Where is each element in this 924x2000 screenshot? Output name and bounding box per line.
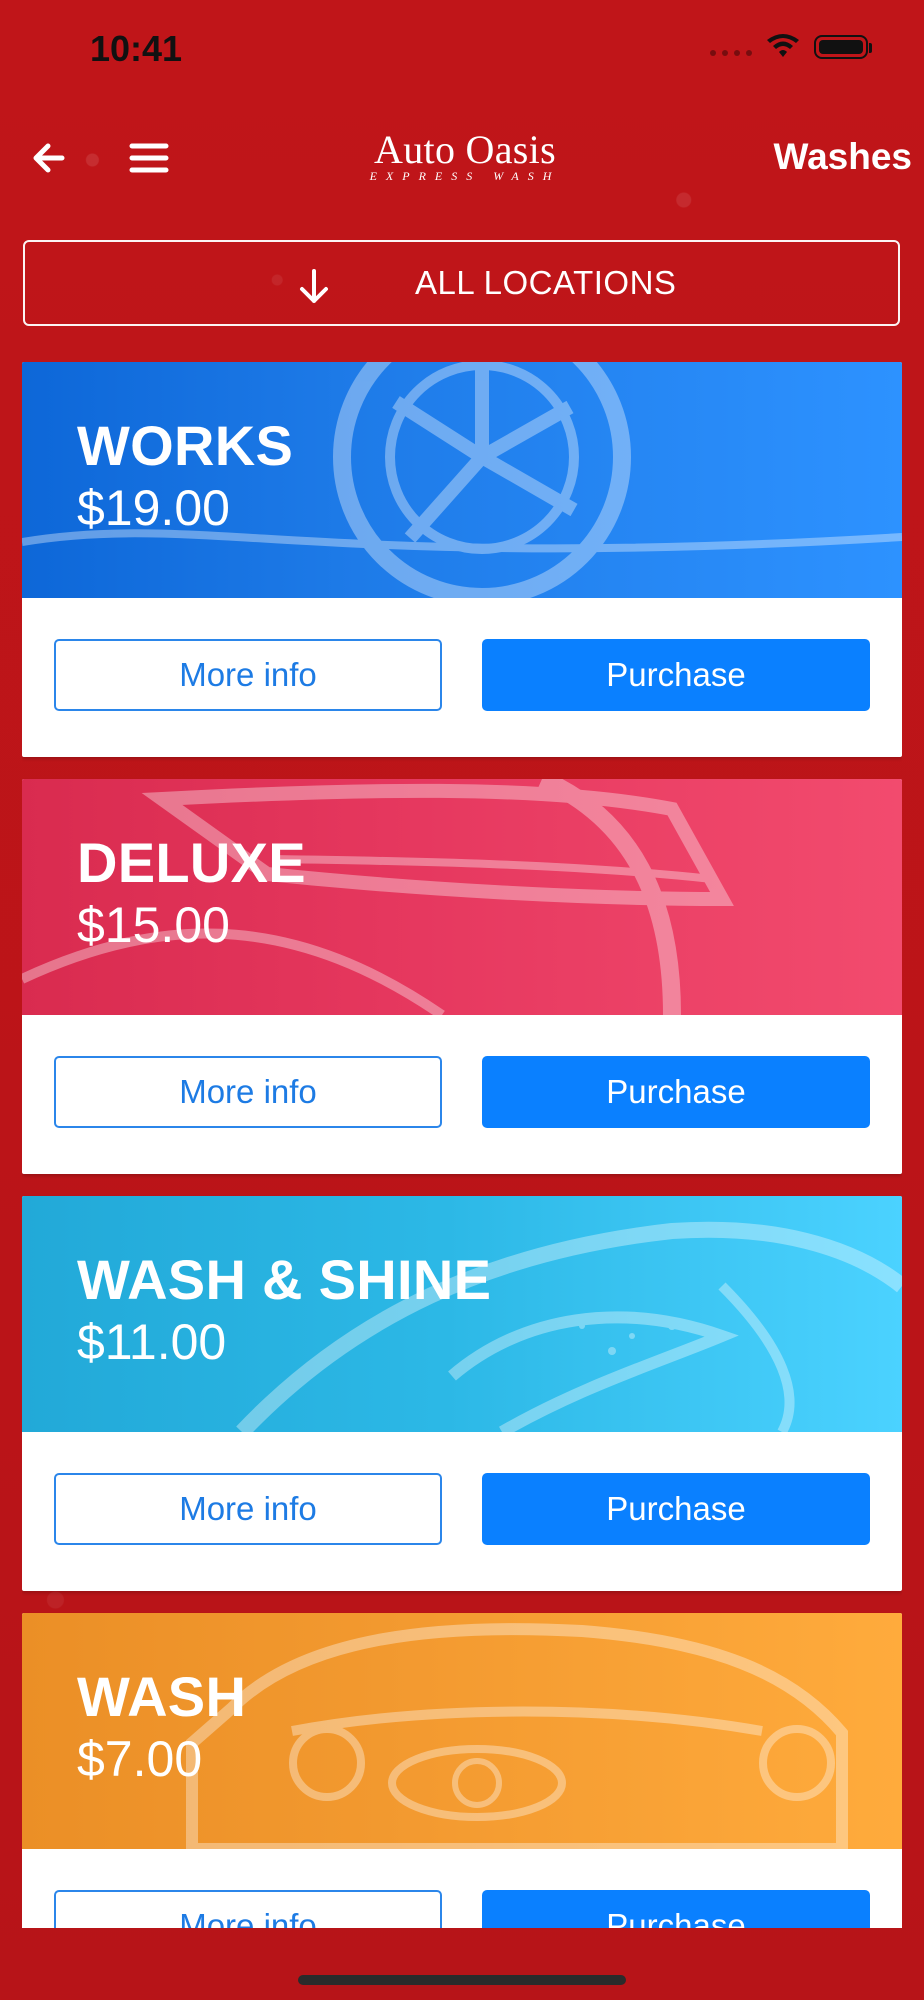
top-navigation-bar: Auto Oasis EXPRESS WASH Washes xyxy=(0,118,924,208)
wash-card-title: WASH xyxy=(77,1665,247,1728)
all-locations-button[interactable]: ALL LOCATIONS xyxy=(23,240,900,326)
wash-card-title: DELUXE xyxy=(77,831,306,894)
purchase-button[interactable]: Purchase xyxy=(482,1473,870,1545)
wash-card-price: $19.00 xyxy=(77,480,230,536)
wifi-icon xyxy=(767,34,799,57)
wash-card-wash: WASH $7.00 More info Purchase xyxy=(22,1613,902,1928)
status-icons xyxy=(710,34,872,60)
card-actions: More info Purchase xyxy=(54,1473,870,1545)
wash-hero-image: WASH $7.00 xyxy=(22,1613,902,1849)
wash-card-price: $7.00 xyxy=(77,1731,203,1787)
purchase-button[interactable]: Purchase xyxy=(482,1056,870,1128)
card-actions: More info Purchase xyxy=(54,639,870,711)
wash-card-price: $15.00 xyxy=(77,897,230,953)
wash-card-title: WORKS xyxy=(77,414,294,477)
brand-logo: Auto Oasis EXPRESS WASH xyxy=(330,127,600,184)
brand-name: Auto Oasis xyxy=(374,127,556,172)
wash-card-title: WASH & SHINE xyxy=(77,1248,492,1311)
battery-icon xyxy=(814,35,872,59)
wash-card-price: $11.00 xyxy=(77,1314,227,1370)
more-info-button[interactable]: More info xyxy=(54,639,442,711)
wash-and-shine-hero-image: WASH & SHINE $11.00 xyxy=(22,1196,902,1432)
more-info-button[interactable]: More info xyxy=(54,1056,442,1128)
more-info-button[interactable]: More info xyxy=(54,1890,442,1928)
wash-card-wash-and-shine: WASH & SHINE $11.00 More info Purchase xyxy=(22,1196,902,1591)
arrow-left-icon[interactable] xyxy=(28,136,72,180)
hamburger-menu-icon[interactable] xyxy=(126,138,172,178)
home-indicator[interactable] xyxy=(298,1975,626,1985)
deluxe-hero-image: DELUXE $15.00 xyxy=(22,779,902,1015)
arrow-down-icon xyxy=(300,269,328,303)
purchase-button[interactable]: Purchase xyxy=(482,1890,870,1928)
battery-level xyxy=(819,40,863,54)
status-bar: 10:41 xyxy=(0,0,924,100)
cellular-signal-icon xyxy=(710,38,752,56)
works-hero-image: WORKS $19.00 xyxy=(22,362,902,598)
all-locations-label: ALL LOCATIONS xyxy=(415,264,677,301)
page-title: Washes xyxy=(773,136,912,177)
wash-card-works: WORKS $19.00 More info Purchase xyxy=(22,362,902,757)
card-actions: More info Purchase xyxy=(54,1890,870,1928)
card-actions: More info Purchase xyxy=(54,1056,870,1128)
brand-subtitle: EXPRESS WASH xyxy=(369,169,561,183)
purchase-button[interactable]: Purchase xyxy=(482,639,870,711)
status-time: 10:41 xyxy=(90,28,183,69)
wash-card-deluxe: DELUXE $15.00 More info Purchase xyxy=(22,779,902,1174)
more-info-button[interactable]: More info xyxy=(54,1473,442,1545)
wash-package-list: WORKS $19.00 More info Purchase DELUXE $… xyxy=(22,362,902,1928)
